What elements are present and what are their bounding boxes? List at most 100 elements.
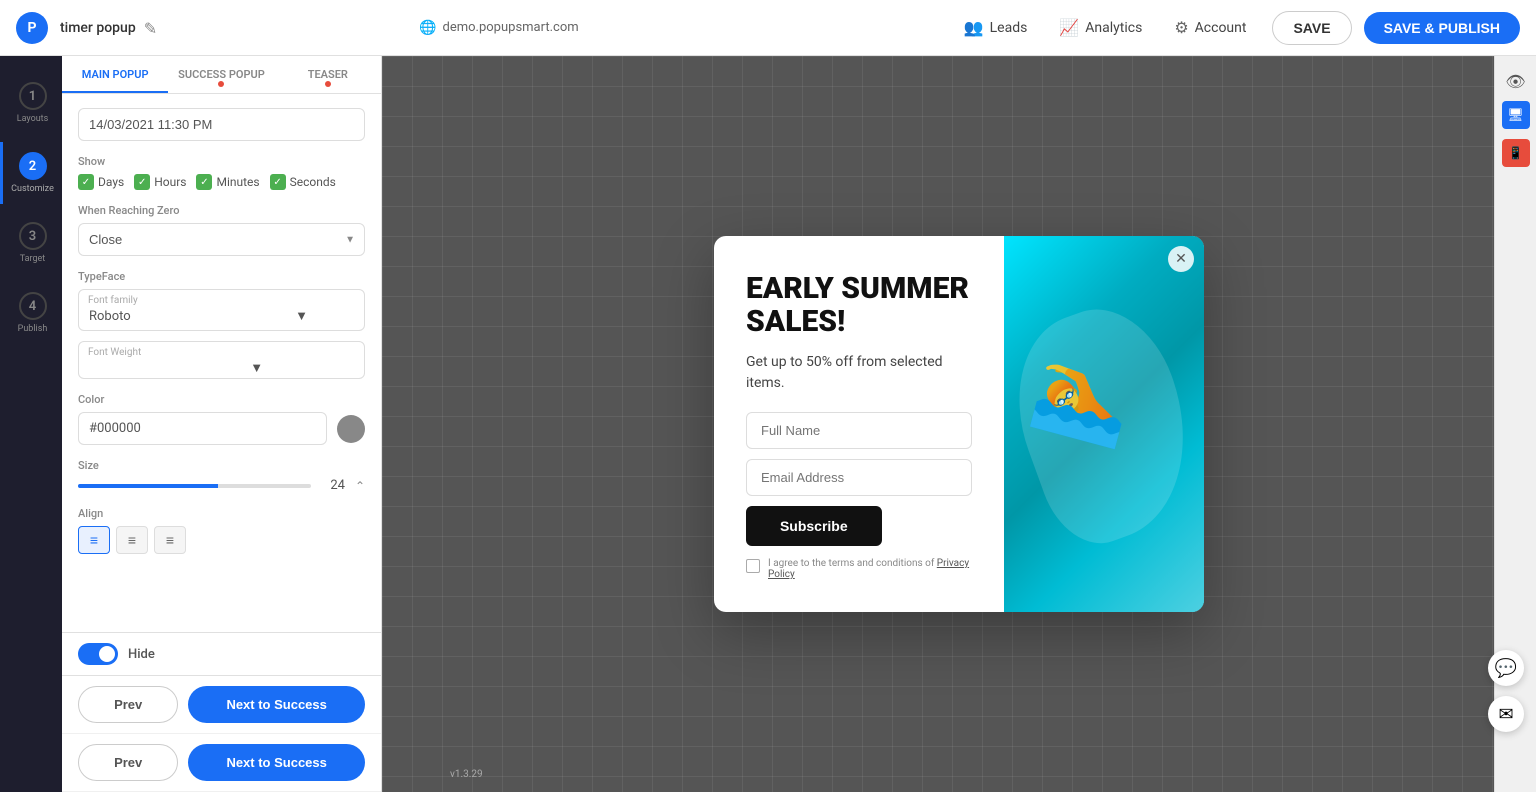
- popup-subscribe-button[interactable]: Subscribe: [746, 506, 882, 546]
- popup-title: EARLY SUMMER SALES!: [746, 272, 972, 338]
- when-reaching-zero-select[interactable]: Close Hide Restart: [78, 223, 365, 256]
- days-check[interactable]: ✓: [78, 174, 94, 190]
- teaser-tab-dot: [325, 81, 331, 87]
- color-group: Color #000000: [78, 393, 365, 445]
- color-hex-input[interactable]: #000000: [78, 412, 327, 445]
- size-value: 24: [321, 478, 345, 493]
- hide-toggle[interactable]: [78, 643, 118, 665]
- step-2-label: Customize: [11, 184, 54, 194]
- align-left-button[interactable]: ≡: [78, 526, 110, 554]
- step-3-number: 3: [19, 222, 47, 250]
- step-1-number: 1: [19, 82, 47, 110]
- footer-row-2: Prev Next to Success: [62, 734, 381, 792]
- project-info: timer popup ✎: [60, 19, 407, 37]
- canvas: EARLY SUMMER SALES! Get up to 50% off fr…: [382, 56, 1536, 792]
- hours-check[interactable]: ✓: [134, 174, 150, 190]
- hide-label: Hide: [128, 647, 155, 662]
- step-publish[interactable]: 4 Publish: [0, 282, 62, 344]
- show-options: ✓ Days ✓ Hours ✓ Minutes ✓ Seconds: [78, 174, 365, 190]
- prev-button-2[interactable]: Prev: [78, 744, 178, 781]
- toggle-knob: [99, 646, 115, 662]
- nav-analytics[interactable]: 📈 Analytics: [1045, 10, 1156, 45]
- show-label: Show: [78, 155, 365, 168]
- leads-icon: 👥: [964, 18, 984, 37]
- nav-account[interactable]: ⚙ Account: [1160, 10, 1260, 45]
- align-center-button[interactable]: ≡: [116, 526, 148, 554]
- tab-teaser[interactable]: TEASER: [275, 56, 381, 93]
- save-button[interactable]: SAVE: [1272, 11, 1351, 45]
- show-minutes: ✓ Minutes: [196, 174, 259, 190]
- step-3-label: Target: [20, 254, 46, 264]
- align-right-button[interactable]: ≡: [154, 526, 186, 554]
- size-group: Size 24 ⌃: [78, 459, 365, 493]
- privacy-checkbox[interactable]: [746, 559, 760, 573]
- popup-right: ✕: [1004, 236, 1204, 612]
- typeface-label: TypeFace: [78, 270, 365, 283]
- color-row: #000000: [78, 412, 365, 445]
- logo[interactable]: P: [16, 12, 48, 44]
- panel-footer: Prev Next to Success Prev Next to Succes…: [62, 675, 381, 792]
- size-slider[interactable]: [78, 484, 311, 488]
- step-4-label: Publish: [18, 324, 48, 334]
- globe-icon: 🌐: [419, 20, 436, 36]
- prev-button-1[interactable]: Prev: [78, 686, 178, 723]
- url-text: demo.popupsmart.com: [443, 20, 579, 35]
- popup-fullname-input[interactable]: [746, 412, 972, 449]
- when-reaching-zero-label: When Reaching Zero: [78, 204, 365, 217]
- tab-success-popup[interactable]: SUCCESS POPUP: [168, 56, 274, 93]
- chat-icon-2[interactable]: ✉: [1488, 696, 1524, 732]
- account-icon: ⚙: [1174, 18, 1188, 37]
- color-swatch[interactable]: [337, 415, 365, 443]
- top-nav: 👥 Leads 📈 Analytics ⚙ Account: [950, 10, 1261, 45]
- popup-preview: EARLY SUMMER SALES! Get up to 50% off fr…: [714, 236, 1204, 612]
- chat-icons: 💬 ✉: [1488, 650, 1524, 732]
- size-arrows[interactable]: ⌃: [355, 479, 365, 493]
- size-label: Size: [78, 459, 365, 472]
- step-target[interactable]: 3 Target: [0, 212, 62, 274]
- font-weight-wrapper: Font Weight ▼: [78, 341, 365, 379]
- popup-privacy: I agree to the terms and conditions of P…: [746, 558, 972, 580]
- step-1-label: Layouts: [17, 114, 49, 124]
- step-layouts[interactable]: 1 Layouts: [0, 72, 62, 134]
- preview-mobile-icon[interactable]: 📱: [1502, 139, 1530, 167]
- analytics-icon: 📈: [1059, 18, 1079, 37]
- preview-desktop-icon[interactable]: 🖥: [1502, 101, 1530, 129]
- when-reaching-zero-select-wrapper: Close Hide Restart ▼: [78, 223, 365, 256]
- project-name: timer popup: [60, 20, 136, 36]
- color-label: Color: [78, 393, 365, 406]
- panel-content: Show ✓ Days ✓ Hours ✓ Minutes: [62, 94, 381, 632]
- align-row: ≡ ≡ ≡: [78, 526, 365, 554]
- footer-row-1: Prev Next to Success: [62, 676, 381, 734]
- hide-row: Hide: [62, 632, 381, 675]
- next-button-1[interactable]: Next to Success: [188, 686, 365, 723]
- date-field-group: [78, 108, 365, 141]
- edit-icon[interactable]: ✎: [144, 19, 162, 37]
- chat-icon-1[interactable]: 💬: [1488, 650, 1524, 686]
- version-tag: v1.3.29: [450, 769, 483, 780]
- popup-email-input[interactable]: [746, 459, 972, 496]
- font-family-wrapper: Font family Roboto ▼: [78, 289, 365, 331]
- privacy-text: I agree to the terms and conditions of P…: [768, 558, 972, 580]
- minutes-check[interactable]: ✓: [196, 174, 212, 190]
- popup-content: EARLY SUMMER SALES! Get up to 50% off fr…: [746, 272, 972, 580]
- size-row: 24 ⌃: [78, 478, 365, 493]
- when-reaching-zero-group: When Reaching Zero Close Hide Restart ▼: [78, 204, 365, 256]
- step-customize[interactable]: 2 Customize: [0, 142, 62, 204]
- font-weight-sublabel: Font Weight: [88, 347, 141, 358]
- nav-leads[interactable]: 👥 Leads: [950, 10, 1042, 45]
- seconds-check[interactable]: ✓: [270, 174, 286, 190]
- date-input[interactable]: [78, 108, 365, 141]
- step-2-number: 2: [19, 152, 47, 180]
- font-family-sublabel: Font family: [88, 295, 138, 306]
- next-button-2[interactable]: Next to Success: [188, 744, 365, 781]
- save-publish-button[interactable]: SAVE & PUBLISH: [1364, 12, 1520, 44]
- popup-close-button[interactable]: ✕: [1168, 246, 1194, 272]
- align-group: Align ≡ ≡ ≡: [78, 507, 365, 554]
- popup-image: [1004, 236, 1204, 612]
- align-label: Align: [78, 507, 365, 520]
- step-4-number: 4: [19, 292, 47, 320]
- show-days: ✓ Days: [78, 174, 124, 190]
- preview-eye-icon[interactable]: 👁: [1505, 72, 1525, 91]
- tab-main-popup[interactable]: MAIN POPUP: [62, 56, 168, 93]
- topbar: P timer popup ✎ 🌐 demo.popupsmart.com 👥 …: [0, 0, 1536, 56]
